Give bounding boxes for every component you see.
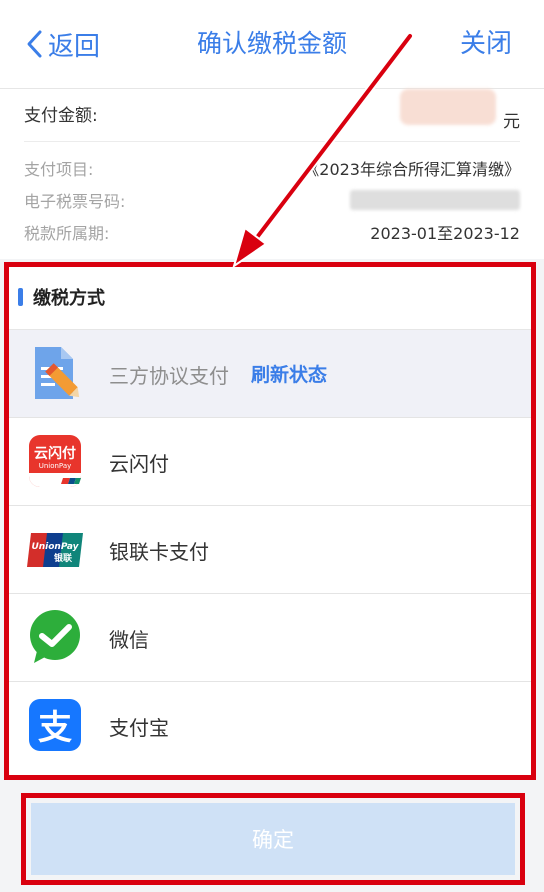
agreement-document-pen-icon [35,347,80,399]
payment-method-header: 缴税方式 [9,267,531,330]
yunshanfu-label: 云闪付 [109,452,169,476]
back-label: 返回 [48,31,101,62]
payment-item-row: 支付项目: 《2023年综合所得汇算清缴》 [24,156,520,184]
payment-item-label: 支付项目: [24,160,94,179]
tax-period-label: 税款所属期: [24,224,110,243]
tax-ticket-value-redacted [350,190,520,210]
confirm-button[interactable]: 确定 [31,803,515,875]
unionpay-logo-subtext: 银联 [54,552,73,564]
chevron-left-icon [27,30,42,58]
payment-option-alipay[interactable]: 支 支付宝 [9,682,531,769]
yunshanfu-logo-text: 云闪付 [34,445,76,462]
payment-summary: 支付金额: 元 支付项目: 《2023年综合所得汇算清缴》 电子税票号码: 税款… [0,89,544,259]
amount-unit: 元 [503,112,520,132]
payment-option-yunshanfu[interactable]: 云闪付 UnionPay 云闪付 [9,418,531,506]
back-button[interactable]: 返回 [24,24,100,64]
tax-period-value: 2023-01至2023-12 [370,224,520,243]
tax-period-row: 税款所属期: 2023-01至2023-12 [24,220,520,248]
refresh-status-link[interactable]: 刷新状态 [251,360,327,387]
alipay-icon: 支 [29,699,81,751]
agreement-payment-label: 三方协议支付 [109,364,229,388]
yunshanfu-logo-subtext: UnionPay [39,462,72,470]
payment-option-unionpay-card[interactable]: UnionPay 银联 银联卡支付 [9,506,531,594]
close-button[interactable]: 关闭 [460,24,512,64]
section-title: 缴税方式 [33,288,105,309]
confirm-button-highlight: 确定 [21,793,525,885]
wechat-pay-icon [30,610,80,663]
unionpay-card-icon: UnionPay 银联 [27,533,83,567]
payment-method-section: 缴税方式 三方协议支付 刷新状态 云闪付 UnionPay 云闪付 UnionP… [4,262,536,780]
payment-option-wechat[interactable]: 微信 [9,594,531,682]
payment-item-value: 《2023年综合所得汇算清缴》 [303,160,520,179]
payment-option-agreement: 三方协议支付 刷新状态 [9,330,531,418]
amount-label: 支付金额: [24,106,98,126]
unionpay-card-label: 银联卡支付 [109,540,209,564]
alipay-label: 支付宝 [109,716,169,740]
tax-ticket-label: 电子税票号码: [24,192,126,211]
wechat-label: 微信 [109,628,149,652]
alipay-logo-char: 支 [38,708,72,748]
amount-row: 支付金额: 元 [24,89,520,142]
section-accent-bar [18,288,23,306]
navigation-bar: 返回 确认缴税金额 关闭 [0,0,544,89]
unionpay-quickpass-icon: 云闪付 UnionPay [29,435,81,487]
tax-ticket-row: 电子税票号码: [24,188,520,216]
unionpay-logo-text: UnionPay [31,542,79,552]
amount-value-redacted [400,89,496,125]
